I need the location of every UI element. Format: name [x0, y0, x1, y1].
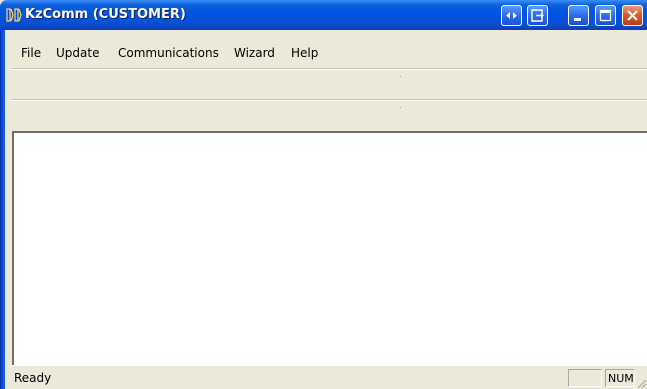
left-right-button[interactable] [501, 5, 522, 26]
maximize-button[interactable] [595, 5, 616, 26]
status-text: Ready [14, 371, 52, 385]
toolbar-2 [0, 99, 647, 131]
app-window: KzComm (CUSTOMER) File Update Communicat… [0, 0, 647, 389]
status-pane-num: NUM [605, 369, 635, 387]
toolbar-grip [400, 107, 401, 108]
close-button[interactable] [622, 5, 643, 26]
menu-help[interactable]: Help [291, 46, 318, 60]
status-pane-empty [568, 369, 602, 387]
status-bar: Ready NUM [12, 365, 647, 389]
menu-bar: File Update Communications Wizard Help [0, 30, 647, 74]
window-left-border [0, 30, 12, 389]
client-area[interactable] [12, 131, 647, 365]
left-right-arrows-icon [506, 12, 517, 19]
num-lock-indicator: NUM [608, 372, 634, 385]
toolbar-highlight [0, 69, 647, 70]
menu-communications[interactable]: Communications [118, 46, 219, 60]
app-icon [6, 8, 22, 22]
exit-box-icon [531, 9, 544, 22]
minimize-icon [574, 18, 581, 21]
maximize-icon [599, 9, 612, 22]
menu-wizard[interactable]: Wizard [234, 46, 275, 60]
toolbar-highlight [0, 100, 647, 101]
frame-blue-edge [0, 30, 5, 389]
toolbar-grip [400, 76, 401, 77]
resize-grip-icon[interactable] [635, 377, 647, 389]
window-title: KzComm (CUSTOMER) [25, 7, 186, 22]
close-icon [627, 10, 638, 21]
title-bar[interactable]: KzComm (CUSTOMER) [0, 0, 647, 30]
menu-file[interactable]: File [21, 46, 41, 60]
exit-button[interactable] [527, 5, 548, 26]
minimize-button[interactable] [568, 5, 589, 26]
menu-update[interactable]: Update [56, 46, 99, 60]
toolbar-1 [0, 68, 647, 99]
